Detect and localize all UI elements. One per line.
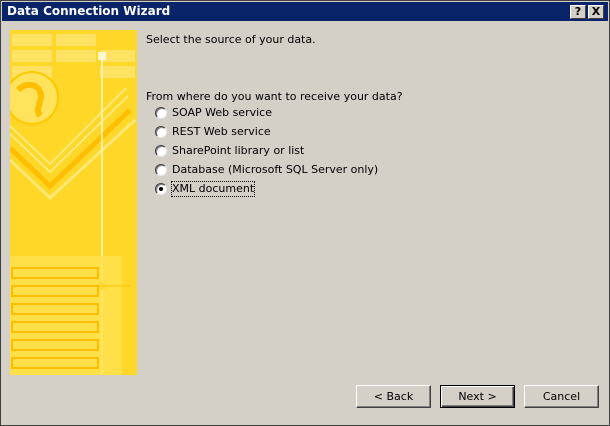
radio-button[interactable]: [155, 126, 167, 138]
window-title: Data Connection Wizard: [7, 4, 171, 18]
help-icon: ?: [574, 5, 582, 18]
wizard-banner-image: [10, 30, 137, 375]
selected-dot-icon: [159, 187, 163, 191]
title-bar[interactable]: Data Connection Wizard ? X: [2, 2, 608, 21]
radio-button-selected[interactable]: [155, 183, 167, 195]
next-button[interactable]: Next >: [440, 385, 515, 408]
source-question: From where do you want to receive your d…: [146, 90, 403, 103]
step-prompt: Select the source of your data.: [146, 33, 316, 46]
option-label: SOAP Web service: [172, 106, 272, 119]
close-button[interactable]: X: [588, 5, 604, 19]
close-icon: X: [591, 5, 601, 18]
cancel-button[interactable]: Cancel: [524, 385, 599, 408]
option-label: XML document: [170, 181, 256, 197]
radio-button[interactable]: [155, 164, 167, 176]
radio-button[interactable]: [155, 107, 167, 119]
banner-artwork: [10, 30, 137, 375]
help-button[interactable]: ?: [570, 5, 586, 19]
option-label: REST Web service: [172, 125, 271, 138]
back-button[interactable]: < Back: [356, 385, 431, 408]
radio-button[interactable]: [155, 145, 167, 157]
option-label: Database (Microsoft SQL Server only): [172, 163, 379, 176]
option-label: SharePoint library or list: [172, 144, 305, 157]
